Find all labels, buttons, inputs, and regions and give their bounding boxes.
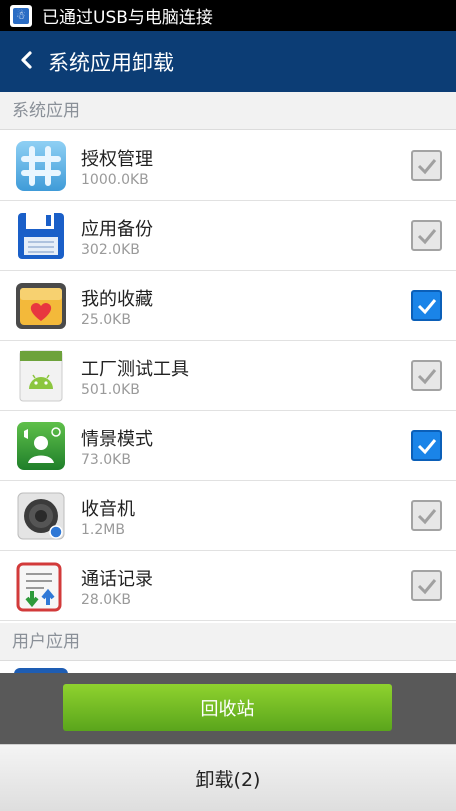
bottom-action-bar: 卸载(2) (0, 744, 456, 811)
app-row[interactable]: 授权管理 1000.0KB (0, 131, 456, 201)
app-name: 应用备份 (81, 219, 153, 240)
floppy-disk-icon (14, 209, 68, 263)
chevron-left-icon[interactable] (20, 50, 40, 73)
heart-folder-icon (14, 279, 68, 333)
status-notification: 已通过USB与电脑连接 (42, 8, 213, 28)
uninstall-button[interactable]: 卸载(2) (0, 745, 456, 811)
status-bar: ☃ 已通过USB与电脑连接 (0, 0, 456, 31)
app-name: 授权管理 (81, 149, 153, 170)
title-bar: 系统应用卸载 (0, 31, 456, 92)
recycle-bin-button[interactable]: 回收站 (63, 684, 392, 731)
hash-grid-icon (14, 139, 68, 193)
app-size: 73.0KB (81, 452, 131, 468)
app-name: 工厂测试工具 (81, 359, 189, 380)
page-title: 系统应用卸载 (48, 50, 174, 75)
section-header-system: 系统应用 (0, 92, 456, 130)
app-row[interactable]: 通话记录 28.0KB (0, 551, 456, 621)
app-size: 1.2MB (81, 522, 125, 538)
app-size: 28.0KB (81, 592, 131, 608)
app-name: 通话记录 (81, 569, 153, 590)
app-name: 收音机 (81, 499, 135, 520)
scene-mode-icon (14, 419, 68, 473)
app-size: 302.0KB (81, 242, 140, 258)
android-icon (14, 349, 68, 403)
select-checkbox[interactable] (411, 150, 442, 181)
app-row[interactable]: 收音机 1.2MB (0, 481, 456, 551)
usb-debug-icon: ☃ (10, 4, 32, 27)
user-app-list (0, 661, 456, 674)
app-row[interactable]: 我的收藏 25.0KB (0, 271, 456, 341)
select-checkbox[interactable] (411, 220, 442, 251)
radio-speaker-icon (14, 489, 68, 543)
app-row[interactable]: 工厂测试工具 501.0KB (0, 341, 456, 411)
app-size: 501.0KB (81, 382, 140, 398)
app-row[interactable]: 情景模式 73.0KB (0, 411, 456, 481)
recycle-panel: 回收站 (0, 673, 456, 744)
app-name: 情景模式 (81, 429, 153, 450)
call-log-icon (14, 559, 68, 613)
select-checkbox[interactable] (411, 430, 442, 461)
app-size: 1000.0KB (81, 172, 149, 188)
select-checkbox[interactable] (411, 290, 442, 321)
select-checkbox[interactable] (411, 500, 442, 531)
app-name: 我的收藏 (81, 289, 153, 310)
app-row[interactable]: 应用备份 302.0KB (0, 201, 456, 271)
system-app-list: 授权管理 1000.0KB 应用备份 302.0KB 我的收藏 25.0KB 工… (0, 131, 456, 621)
select-checkbox[interactable] (411, 360, 442, 391)
section-header-user: 用户应用 (0, 623, 456, 661)
app-size: 25.0KB (81, 312, 131, 328)
select-checkbox[interactable] (411, 570, 442, 601)
